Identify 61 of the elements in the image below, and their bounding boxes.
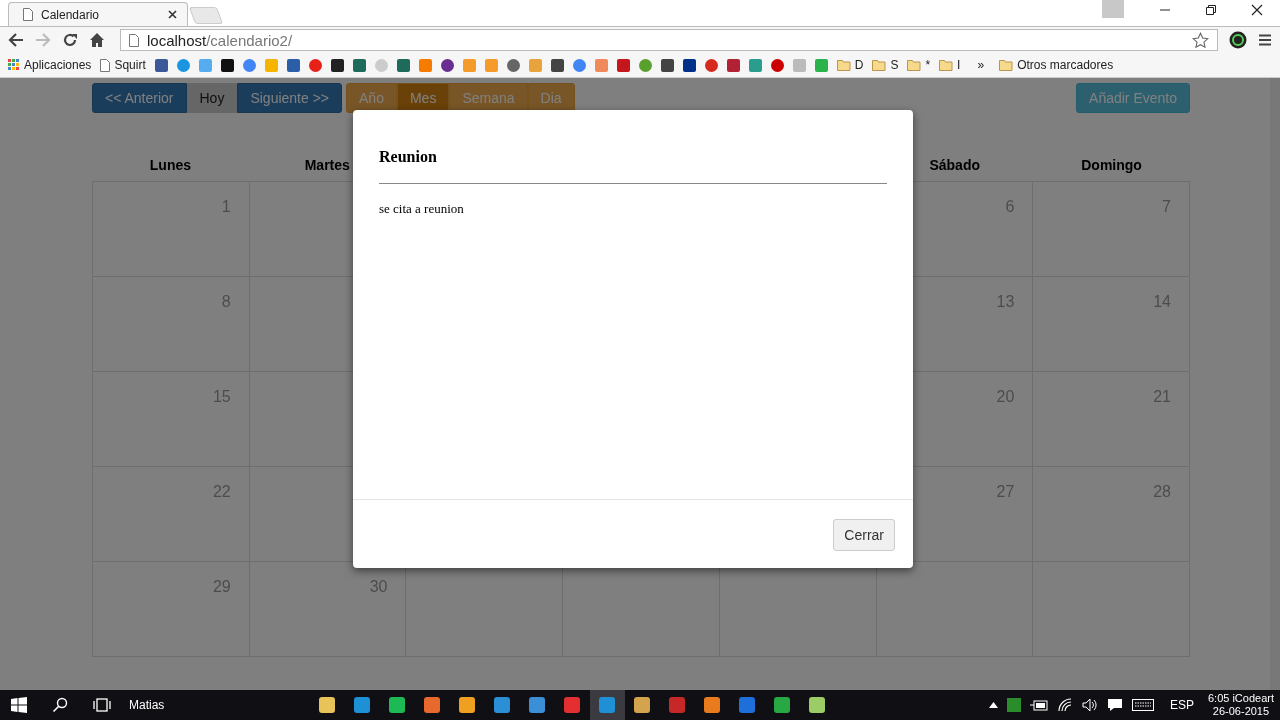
restore-icon[interactable] [1205, 4, 1217, 16]
weekday-header: Domingo [1081, 157, 1142, 173]
scrollbar[interactable] [1270, 78, 1280, 690]
bookmark-folder[interactable]: D [836, 58, 864, 72]
clock-time[interactable]: 6:05 iCodeart [1207, 692, 1274, 705]
url-text: localhost/calendario2/ [147, 31, 293, 49]
bookmark-favicon-icon[interactable] [220, 58, 234, 72]
star-icon[interactable] [1192, 31, 1209, 49]
bookmark-favicon-icon[interactable] [660, 58, 674, 72]
menu-icon[interactable] [1258, 33, 1272, 47]
dialog-text: se cita a reunion [379, 201, 465, 217]
notification-icon[interactable] [1106, 698, 1123, 712]
weekday-header: Lunes [149, 157, 192, 173]
browser-tab[interactable]: Calendario [8, 2, 188, 26]
folder-icon [999, 59, 1014, 71]
reload-icon[interactable] [62, 32, 78, 48]
other-bookmarks-folder[interactable]: Otros marcadores [999, 58, 1114, 72]
close-icon[interactable] [1251, 4, 1263, 16]
close-tab-icon[interactable] [168, 10, 177, 19]
weekday-header: Sábado [929, 157, 980, 173]
folder-icon [836, 59, 851, 71]
search-icon[interactable] [52, 697, 68, 713]
user-name[interactable]: Matias [129, 698, 165, 712]
more-bookmarks-button[interactable]: » [977, 58, 985, 72]
weekday-header: Martes [304, 157, 350, 173]
page-icon [23, 8, 33, 21]
folder-icon [872, 59, 887, 71]
wifi-icon[interactable] [1056, 698, 1073, 712]
bookmark-folder[interactable]: * [907, 58, 931, 72]
bookmark-folder[interactable]: I [939, 58, 961, 72]
bookmark-folder[interactable]: S [872, 58, 899, 72]
bookmark-item[interactable]: Squirt [100, 58, 146, 72]
bookmark-favicon-icon[interactable] [682, 58, 696, 72]
back-icon[interactable] [8, 32, 24, 48]
caret-up-icon[interactable] [988, 702, 998, 708]
extension-icon[interactable] [1229, 31, 1247, 49]
clock-date[interactable]: 26-06-2015 [1212, 705, 1270, 718]
folder-icon [907, 59, 922, 71]
home-icon[interactable] [89, 32, 105, 48]
bookmark-favicon-icon[interactable] [154, 58, 168, 72]
folder-icon [939, 59, 954, 71]
taskbar-app-icon[interactable] [589, 690, 625, 720]
language-indicator[interactable]: ESP [1169, 698, 1194, 712]
dialog-title: Reunion [379, 148, 438, 166]
page-icon [100, 58, 111, 72]
task-view-icon[interactable] [93, 698, 111, 712]
bookmark-favicon-icon[interactable] [550, 58, 564, 72]
tab-title: Calendario [41, 7, 100, 22]
bookmark-item[interactable]: Aplicaciones [8, 58, 92, 72]
battery-icon[interactable] [1029, 699, 1048, 711]
address-bar[interactable]: localhost/calendario2/ [120, 29, 1218, 51]
bookmark-favicon-icon[interactable] [440, 58, 454, 72]
windows-start-icon[interactable] [11, 697, 27, 713]
bookmark-favicon-icon[interactable] [726, 58, 740, 72]
bookmark-favicon-icon[interactable] [330, 58, 344, 72]
apps-grid-icon [8, 59, 20, 71]
tray-app-icon[interactable] [1006, 698, 1021, 712]
speaker-icon[interactable] [1081, 698, 1098, 712]
page-icon [129, 33, 139, 47]
close-button[interactable]: Cerrar [833, 519, 895, 551]
keyboard-icon[interactable] [1131, 699, 1154, 711]
